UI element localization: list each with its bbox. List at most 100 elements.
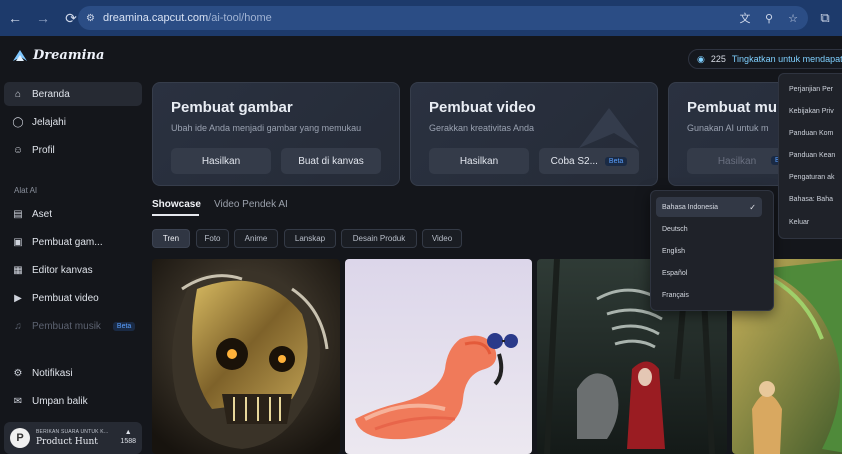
chip-video[interactable]: Video xyxy=(422,229,462,248)
product-hunt-name: Product Hunt xyxy=(36,437,98,447)
sidebar-item-label: Umpan balik xyxy=(32,395,88,407)
language-option-espanol[interactable]: Español xyxy=(656,263,762,283)
sidebar-item-pembuat-gambar[interactable]: ▣ Pembuat gam... xyxy=(4,230,142,254)
image-gen-icon: ▣ xyxy=(13,236,23,248)
gallery-image-robot-skull[interactable] xyxy=(152,259,340,454)
video-icon: ▶ xyxy=(14,292,22,304)
back-icon[interactable]: ← xyxy=(2,5,28,31)
extensions-icon[interactable]: ⧉ xyxy=(816,9,834,27)
card-title: Pembuat video xyxy=(429,99,536,116)
home-icon: ⌂ xyxy=(14,88,22,100)
bell-icon: ⚙ xyxy=(13,367,23,379)
try-s2-label: Coba S2... xyxy=(550,155,598,167)
card-subtitle: Ubah ide Anda menjadi gambar yang memuka… xyxy=(171,123,362,133)
language-option-label: Bahasa Indonesia xyxy=(662,203,719,211)
credits-upgrade-pill[interactable]: ◉ 225 Tingkatkan untuk mendapat xyxy=(688,49,842,69)
browser-toolbar: ← → ⟳ ⚙ dreamina.capcut.com/ai-tool/home… xyxy=(0,0,842,36)
sidebar: ⌂ Beranda ◯ Jelajahi ☺ Profil Alat AI ▤ … xyxy=(0,78,146,454)
sidebar-item-jelajahi[interactable]: ◯ Jelajahi xyxy=(4,110,142,134)
user-icon: ☺ xyxy=(12,144,24,156)
product-hunt-card[interactable]: P BERIKAN SUARA UNTUK K... Product Hunt … xyxy=(4,422,142,454)
card-video-generator: Pembuat video Gerakkan kreativitas Anda … xyxy=(410,82,658,186)
menu-item-safety-guidelines[interactable]: Panduan Kean xyxy=(789,152,835,159)
canvas-icon: ▦ xyxy=(13,264,23,276)
menu-item-account-settings[interactable]: Pengaturan ak xyxy=(789,174,835,181)
tab-video-pendek-ai[interactable]: Video Pendek AI xyxy=(214,199,288,210)
feedback-icon: ✉ xyxy=(13,395,23,407)
card-subtitle: Gerakkan kreativitas Anda xyxy=(429,123,535,133)
try-s2-button[interactable]: Coba S2... Beta xyxy=(539,148,639,174)
create-in-canvas-button[interactable]: Buat di kanvas xyxy=(281,148,381,174)
menu-item-terms[interactable]: Perjanjian Per xyxy=(789,86,833,93)
logo-text: Dreamina xyxy=(33,48,105,63)
card-image-generator: Pembuat gambar Ubah ide Anda menjadi gam… xyxy=(152,82,400,186)
sidebar-item-umpan-balik[interactable]: ✉ Umpan balik xyxy=(4,389,142,413)
sidebar-item-label: Pembuat gam... xyxy=(32,236,103,248)
credit-icon: ◉ xyxy=(697,53,705,64)
chip-lanskap[interactable]: Lanskap xyxy=(284,229,336,248)
beta-badge: Beta xyxy=(604,156,628,166)
product-hunt-logo-icon: P xyxy=(10,428,30,448)
language-option-francais[interactable]: Français xyxy=(656,285,762,305)
app-root: ← → ⟳ ⚙ dreamina.capcut.com/ai-tool/home… xyxy=(0,0,842,454)
chip-tren[interactable]: Tren xyxy=(152,229,190,248)
credit-count: 225 xyxy=(710,54,726,64)
generate-image-button[interactable]: Hasilkan xyxy=(171,148,271,174)
sidebar-item-label: Editor kanvas xyxy=(32,264,93,276)
flamingo-artwork xyxy=(345,259,532,454)
zoom-icon[interactable]: ⚲ xyxy=(760,9,778,27)
card-title: Pembuat mu xyxy=(687,99,778,116)
url-text: dreamina.capcut.com/ai-tool/home xyxy=(102,12,272,24)
upgrade-cta: Tingkatkan untuk mendapat xyxy=(731,54,842,64)
sidebar-item-pembuat-video[interactable]: ▶ Pembuat video xyxy=(4,286,142,310)
menu-item-logout[interactable]: Keluar xyxy=(789,219,809,226)
language-option-indonesia[interactable]: Bahasa Indonesia ✓ xyxy=(656,197,762,217)
language-dropdown: Bahasa Indonesia ✓ Deutsch English Españ… xyxy=(650,190,774,311)
tab-showcase[interactable]: Showcase xyxy=(152,199,201,210)
dreamina-logo[interactable]: Dreamina xyxy=(12,48,104,63)
site-info-icon[interactable]: ⚙ xyxy=(86,13,95,24)
compass-icon: ◯ xyxy=(12,116,24,128)
active-tab-indicator xyxy=(152,214,199,216)
folder-icon: ▤ xyxy=(13,208,23,220)
sidebar-item-label: Notifikasi xyxy=(32,367,73,379)
chip-desain-produk[interactable]: Desain Produk xyxy=(341,229,417,248)
product-hunt-caption: BERIKAN SUARA UNTUK K... xyxy=(36,429,109,435)
translate-icon[interactable]: 文 xyxy=(736,9,754,27)
music-icon: ♫ xyxy=(14,320,22,332)
generate-video-button[interactable]: Hasilkan xyxy=(429,148,529,174)
sidebar-item-label: Pembuat video xyxy=(32,292,99,304)
robot-skull-artwork xyxy=(152,259,340,454)
chip-foto[interactable]: Foto xyxy=(196,229,229,248)
sidebar-item-notifikasi[interactable]: ⚙ Notifikasi xyxy=(4,361,142,385)
menu-item-community-guidelines[interactable]: Panduan Kom xyxy=(789,130,833,137)
video-card-decoration xyxy=(579,108,639,148)
menu-item-language[interactable]: Bahasa: Baha xyxy=(789,196,833,203)
language-option-deutsch[interactable]: Deutsch xyxy=(656,219,762,239)
checkmark-icon: ✓ xyxy=(749,202,756,212)
sidebar-item-aset[interactable]: ▤ Aset xyxy=(4,202,142,226)
sidebar-item-label: Profil xyxy=(32,144,55,156)
card-title: Pembuat gambar xyxy=(171,99,293,116)
bookmark-star-icon[interactable]: ☆ xyxy=(784,9,802,27)
sidebar-item-label: Pembuat musik xyxy=(32,320,101,332)
forward-icon[interactable]: → xyxy=(30,5,56,31)
upvote-icon: ▲ xyxy=(124,429,132,436)
sidebar-section-label: Alat AI xyxy=(14,186,38,195)
sidebar-item-label: Aset xyxy=(32,208,53,220)
card-subtitle: Gunakan AI untuk m xyxy=(687,123,769,133)
sidebar-item-label: Jelajahi xyxy=(32,116,66,128)
language-option-english[interactable]: English xyxy=(656,241,762,261)
address-bar[interactable]: ⚙ dreamina.capcut.com/ai-tool/home 文 ⚲ ☆ xyxy=(78,6,808,30)
chip-anime[interactable]: Anime xyxy=(234,229,278,248)
sidebar-item-label: Beranda xyxy=(32,88,70,100)
sidebar-item-beranda[interactable]: ⌂ Beranda xyxy=(4,82,142,106)
sidebar-item-profil[interactable]: ☺ Profil xyxy=(4,138,142,162)
menu-item-privacy[interactable]: Kebijakan Priv xyxy=(789,108,834,115)
sidebar-item-editor-kanvas[interactable]: ▦ Editor kanvas xyxy=(4,258,142,282)
dreamina-logo-icon xyxy=(13,49,27,61)
sidebar-item-pembuat-musik[interactable]: ♫ Pembuat musik Beta xyxy=(4,314,142,338)
beta-badge: Beta xyxy=(112,321,136,331)
product-hunt-votes: ▲ 1588 xyxy=(120,428,136,446)
gallery-image-flamingo[interactable] xyxy=(345,259,532,454)
